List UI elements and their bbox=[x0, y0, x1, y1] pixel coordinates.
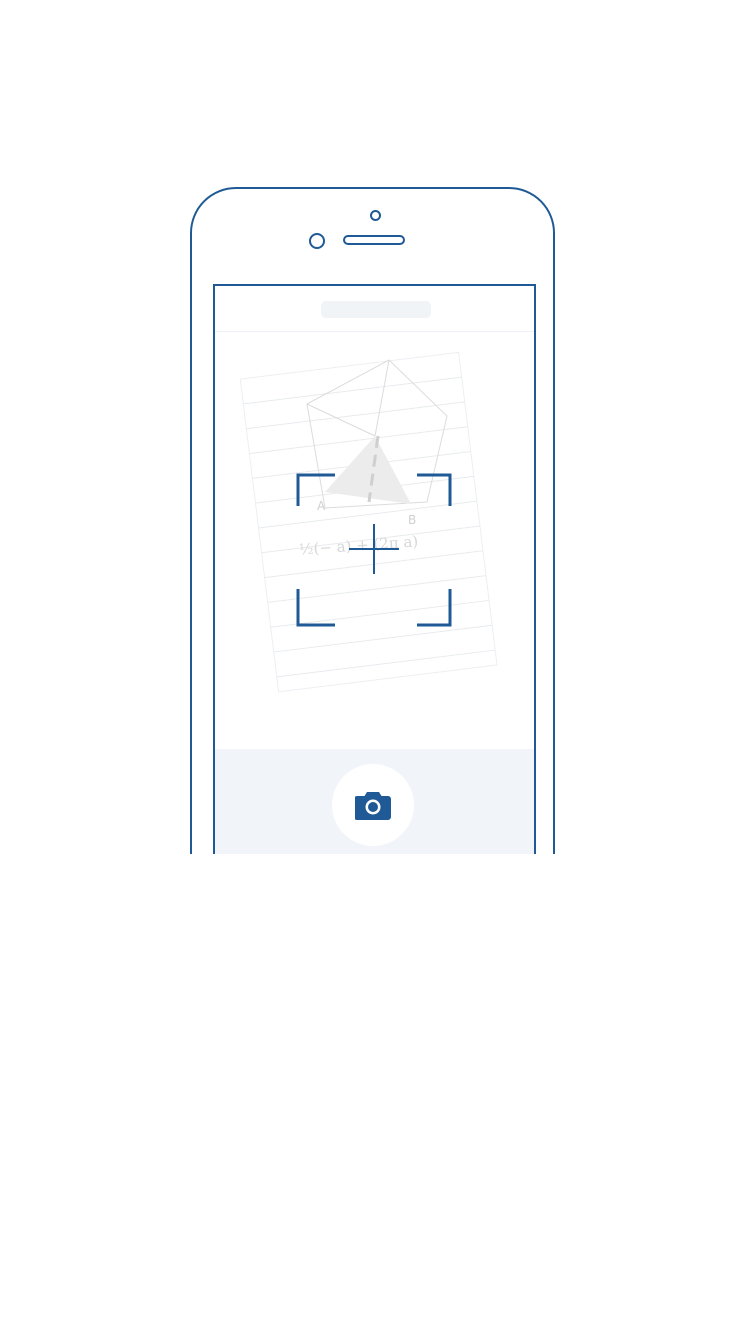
shutter-button[interactable] bbox=[332, 764, 414, 846]
vertex-label-a: A bbox=[317, 499, 326, 513]
front-camera-icon bbox=[370, 210, 381, 221]
camera-viewfinder[interactable]: A B ½(− a) + (2π a) bbox=[215, 332, 534, 750]
vertex-label-b: B bbox=[408, 513, 416, 527]
proximity-sensor-icon bbox=[309, 233, 325, 249]
camera-controls-bar bbox=[215, 749, 534, 854]
top-bar bbox=[215, 286, 534, 332]
speaker-grille-icon bbox=[343, 235, 405, 245]
phone-clip: A B ½(− a) + (2π a) bbox=[0, 0, 750, 854]
ruled-paper bbox=[239, 351, 498, 693]
paper-sketch-image: A B ½(− a) + (2π a) bbox=[239, 351, 498, 693]
camera-icon bbox=[355, 792, 391, 820]
phone-screen: A B ½(− a) + (2π a) bbox=[213, 284, 536, 854]
illustration-stage: A B ½(− a) + (2π a) bbox=[0, 0, 750, 1334]
title-placeholder bbox=[321, 301, 431, 318]
